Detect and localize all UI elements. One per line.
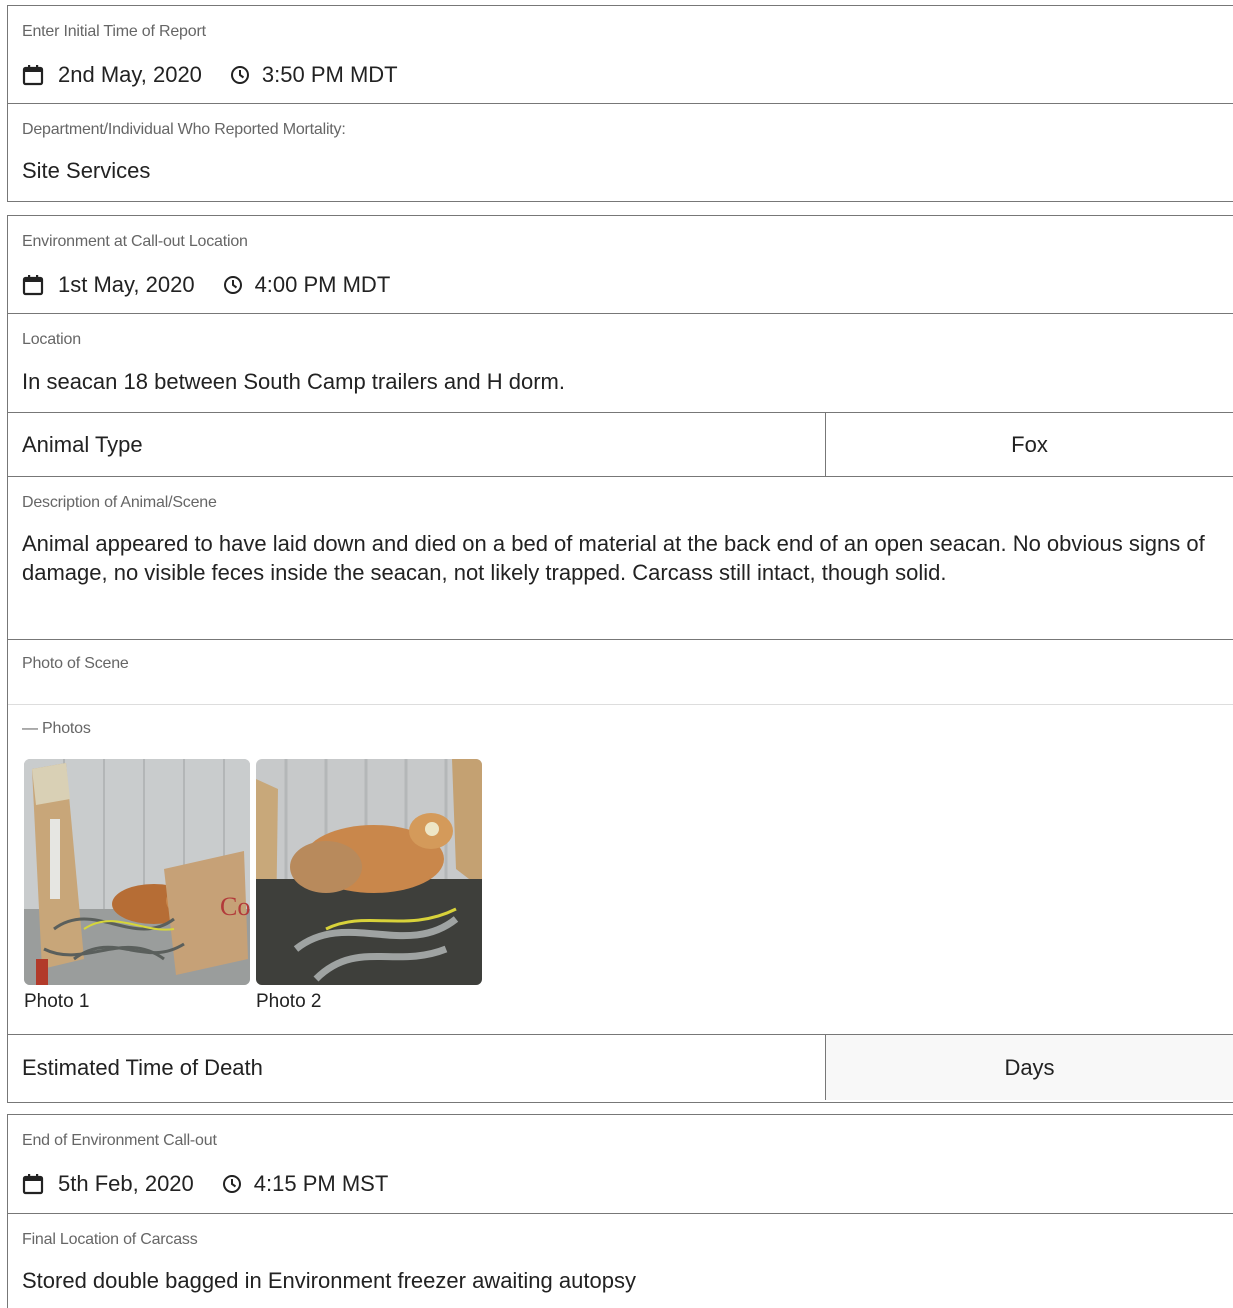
end-callout-label: End of Environment Call-out	[22, 1132, 217, 1149]
initial-report-block: Enter Initial Time of Report 2nd May, 20…	[7, 5, 1233, 202]
callout-section: Environment at Call-out Location 1st May…	[8, 216, 1233, 313]
callout-block: Environment at Call-out Location 1st May…	[7, 215, 1233, 1103]
time-of-death-value: Days	[826, 1035, 1233, 1100]
description-section: Description of Animal/Scene Animal appea…	[8, 476, 1233, 639]
animal-type-value: Fox	[1011, 431, 1048, 457]
photo-caption: Photo 2	[256, 991, 322, 1012]
callout-time: 4:00 PM MDT	[254, 272, 391, 297]
final-location-section: Final Location of Carcass Stored double …	[8, 1213, 1233, 1308]
clock-icon	[230, 65, 250, 85]
clock-icon	[222, 1174, 242, 1194]
time-of-death-label: Estimated Time of Death	[22, 1054, 263, 1080]
photo-1-image[interactable]: Co	[24, 759, 250, 985]
reporter-value: Site Services	[22, 158, 151, 183]
callout-label: Environment at Call-out Location	[22, 233, 248, 250]
location-section: Location In seacan 18 between South Camp…	[8, 313, 1233, 412]
photo-thumbnail[interactable]: Photo 2	[256, 759, 482, 1013]
svg-text:Co: Co	[220, 892, 250, 921]
photos-label[interactable]: — Photos	[22, 720, 91, 738]
end-callout-time: 4:15 PM MST	[253, 1171, 389, 1196]
callout-datetime[interactable]: 1st May, 2020 4:00 PM MDT	[22, 272, 390, 298]
calendar-icon	[22, 274, 44, 296]
calendar-icon	[22, 1173, 44, 1195]
description-value: Animal appeared to have laid down and di…	[22, 531, 1205, 585]
animal-type-label: Animal Type	[22, 431, 143, 457]
clock-icon	[223, 275, 243, 295]
initial-report-label: Enter Initial Time of Report	[22, 23, 206, 40]
end-callout-section: End of Environment Call-out 5th Feb, 202…	[8, 1115, 1233, 1213]
photos-section: — Photos Co Photo 1 Photo 2	[8, 704, 1233, 1034]
photo-caption: Photo 1	[24, 991, 90, 1012]
time-of-death-section: Estimated Time of Death Days	[8, 1034, 1233, 1100]
photo-of-scene-section: Photo of Scene	[8, 639, 1233, 704]
callout-date: 1st May, 2020	[58, 272, 195, 297]
description-label: Description of Animal/Scene	[22, 494, 217, 511]
photo-thumbnail[interactable]: Co Photo 1	[24, 759, 250, 1013]
end-callout-date: 5th Feb, 2020	[58, 1171, 194, 1196]
final-location-value: Stored double bagged in Environment free…	[22, 1268, 636, 1293]
initial-report-date: 2nd May, 2020	[58, 62, 202, 87]
initial-report-section: Enter Initial Time of Report 2nd May, 20…	[8, 6, 1233, 103]
initial-report-time: 3:50 PM MDT	[261, 62, 398, 87]
animal-type-section: Animal Type Fox	[8, 412, 1233, 476]
reporter-section: Department/Individual Who Reported Morta…	[8, 103, 1233, 201]
end-callout-block: End of Environment Call-out 5th Feb, 202…	[7, 1114, 1233, 1308]
photo-2-image[interactable]	[256, 759, 482, 985]
final-location-label: Final Location of Carcass	[22, 1231, 198, 1248]
end-callout-datetime[interactable]: 5th Feb, 2020 4:15 PM MST	[22, 1171, 388, 1197]
reporter-label: Department/Individual Who Reported Morta…	[22, 121, 346, 138]
photo-of-scene-label: Photo of Scene	[22, 655, 129, 672]
location-value: In seacan 18 between South Camp trailers…	[22, 369, 565, 394]
initial-report-datetime[interactable]: 2nd May, 2020 3:50 PM MDT	[22, 62, 398, 88]
calendar-icon	[22, 64, 44, 86]
location-label: Location	[22, 331, 81, 348]
